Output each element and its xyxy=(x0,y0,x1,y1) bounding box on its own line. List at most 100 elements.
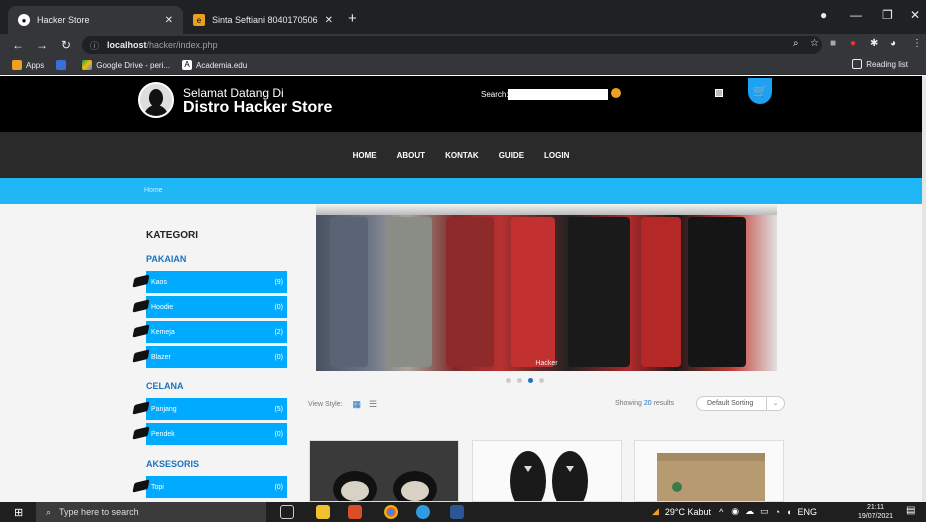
extension-red-icon[interactable]: ● xyxy=(850,38,856,49)
chrome-icon[interactable] xyxy=(384,505,398,519)
page-scrollbar[interactable] xyxy=(922,76,926,502)
tab-edmodo[interactable]: e Sinta Seftiani 8040170506 | Edmo ✕ xyxy=(183,6,343,34)
bookmark-label: Google Drive - peri... xyxy=(96,60,171,70)
slider-dot-active[interactable] xyxy=(528,378,533,383)
product-card-pants[interactable] xyxy=(634,440,784,502)
tab-hacker-store[interactable]: ● Hacker Store ✕ xyxy=(8,6,183,34)
task-view-icon[interactable] xyxy=(280,505,294,519)
bookmarks-bar: Apps Google Drive - peri... A Academia.e… xyxy=(0,56,926,75)
reading-list-label: Reading list xyxy=(866,59,908,69)
file-explorer-icon[interactable] xyxy=(316,505,330,519)
maximize-icon[interactable]: ❐ xyxy=(882,8,893,22)
network-icon[interactable]: ◉ xyxy=(731,506,739,517)
profile-dot-icon[interactable]: ● xyxy=(820,8,827,22)
weather-icon: ◢ xyxy=(652,506,659,516)
sort-select[interactable]: Default Sorting ⌄ xyxy=(696,396,785,411)
language-indicator[interactable]: ENG xyxy=(798,507,818,517)
reload-icon[interactable]: ↻ xyxy=(60,38,72,52)
welcome-text: Selamat Datang Di xyxy=(183,86,284,100)
bookmark-apps[interactable]: Apps xyxy=(12,60,44,70)
volume-icon[interactable]: ◖ xyxy=(786,507,791,517)
bookmark-google-drive[interactable]: Google Drive - peri... xyxy=(82,60,170,70)
sidebar-item-kaos[interactable]: Kaos (9) xyxy=(132,271,287,294)
site-info-icon[interactable]: ⓘ xyxy=(90,39,99,52)
breadcrumb-home[interactable]: Home xyxy=(144,187,163,194)
sidebar-item-topi[interactable]: Topi (0) xyxy=(132,476,287,499)
edmodo-icon xyxy=(56,60,67,70)
anonymous-logo-icon[interactable] xyxy=(138,82,174,118)
clock-date: 19/07/2021 xyxy=(858,513,894,520)
google-drive-icon xyxy=(82,60,93,70)
hero-slider-image[interactable]: Hacker xyxy=(316,205,777,371)
profile-avatar-icon[interactable]: ◕ xyxy=(890,38,896,49)
xampp-icon[interactable] xyxy=(348,505,362,519)
list-view-icon[interactable]: ☰ xyxy=(369,399,377,410)
bookmark-academia[interactable]: A Academia.edu xyxy=(182,60,247,70)
weather-text[interactable]: 29°C Kabut xyxy=(665,507,711,517)
bookmark-star-icon[interactable]: ☆ xyxy=(810,38,819,49)
product-card-sandals[interactable] xyxy=(472,440,622,502)
grid-view-icon[interactable]: ▦ xyxy=(353,399,362,410)
clock-time: 21:11 xyxy=(867,504,885,511)
nav-login[interactable]: LOGIN xyxy=(544,151,569,160)
edge-icon[interactable] xyxy=(416,505,430,519)
sidebar-group-pakaian: PAKAIAN xyxy=(146,254,187,264)
apps-grid-icon xyxy=(12,60,22,70)
battery-icon[interactable]: ▭ xyxy=(760,506,769,517)
forward-icon[interactable]: → xyxy=(36,38,48,52)
address-bar[interactable]: ⓘ localhost /hacker/index.php xyxy=(82,36,822,54)
edmodo-favicon-icon: e xyxy=(193,14,205,26)
new-tab-icon[interactable]: + xyxy=(348,10,357,27)
search-input[interactable] xyxy=(508,89,608,100)
bookmark-edmodo[interactable] xyxy=(56,60,70,70)
taskbar-search-placeholder: Type here to search xyxy=(59,507,139,517)
minimize-icon[interactable]: — xyxy=(850,8,862,22)
notification-icon[interactable]: ▤ xyxy=(906,505,915,516)
extensions-puzzle-icon[interactable]: ✱ xyxy=(870,38,878,49)
wifi-icon[interactable]: ◔ xyxy=(775,507,780,517)
sidebar-item-pendek[interactable]: Pendek (0) xyxy=(132,423,287,446)
close-tab-icon[interactable]: ✕ xyxy=(165,15,173,26)
product-card-shoes[interactable] xyxy=(309,440,459,502)
tab-title: Hacker Store xyxy=(37,15,90,25)
nav-about[interactable]: ABOUT xyxy=(397,151,425,160)
hanger-rail xyxy=(316,205,777,215)
taskbar-clock[interactable]: 21:11 19/07/2021 xyxy=(858,503,893,521)
sidebar-item-blazer[interactable]: Blazer (0) xyxy=(132,346,287,369)
garment xyxy=(330,217,368,367)
slider-dot[interactable] xyxy=(506,378,511,383)
address-host: localhost xyxy=(107,40,147,50)
word-icon[interactable] xyxy=(450,505,464,519)
nav-kontak[interactable]: KONTAK xyxy=(445,151,479,160)
close-window-icon[interactable]: ✕ xyxy=(910,8,920,22)
arrow-icon xyxy=(132,299,150,313)
slider-dot[interactable] xyxy=(517,378,522,383)
arrow-icon xyxy=(132,401,150,415)
menu-kebab-icon[interactable]: ⋮ xyxy=(912,38,922,49)
slider-dot[interactable] xyxy=(539,378,544,383)
small-flag-icon[interactable] xyxy=(715,89,723,97)
back-icon[interactable]: ← xyxy=(12,38,24,52)
view-style: View Style: ▦ ☰ xyxy=(308,399,377,410)
search-go-icon[interactable] xyxy=(611,88,621,98)
sidebar-item-panjang[interactable]: Panjang (5) xyxy=(132,398,287,421)
nav-home[interactable]: HOME xyxy=(353,151,377,160)
tray-chevron-icon[interactable]: ^ xyxy=(719,507,723,517)
sandals-photo xyxy=(473,441,621,501)
zoom-icon[interactable]: ⌕ xyxy=(793,38,799,49)
reading-list-button[interactable]: Reading list xyxy=(852,59,908,69)
academia-icon: A xyxy=(182,60,193,70)
windows-start-icon[interactable]: ⊞ xyxy=(14,506,23,519)
bookmark-label: Apps xyxy=(26,60,45,70)
close-tab-icon[interactable]: ✕ xyxy=(325,15,333,26)
taskbar-search[interactable]: ⌕ Type here to search xyxy=(36,502,266,522)
sidebar-item-hoodie[interactable]: Hoodie (0) xyxy=(132,296,287,319)
browser-toolbar: ← → ↻ ⓘ localhost /hacker/index.php ⌕ ☆ … xyxy=(0,34,926,56)
cart-icon[interactable]: 🛒 xyxy=(748,78,772,104)
sidebar-item-kemeja[interactable]: Kemeja (2) xyxy=(132,321,287,344)
onedrive-icon[interactable]: ☁ xyxy=(745,506,754,517)
store-name[interactable]: Distro Hacker Store xyxy=(183,99,332,117)
nav-guide[interactable]: GUIDE xyxy=(499,151,524,160)
slider-dots xyxy=(506,378,550,383)
extension-icon[interactable]: ■ xyxy=(830,38,836,49)
